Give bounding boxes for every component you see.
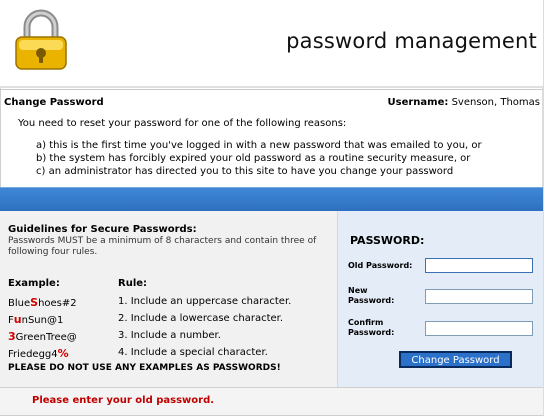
error-message: Please enter your old password. (32, 395, 215, 406)
example-highlight: 3 (8, 330, 16, 343)
error-bar: Please enter your old password. (0, 387, 543, 415)
reason-item: b) the system has forcibly expired your … (36, 153, 471, 164)
rule-4: 4. Include a special character. (118, 347, 268, 358)
rule-column-header: Rule: (118, 278, 148, 289)
guidelines-panel: Guidelines for Secure Passwords: Passwor… (0, 211, 338, 387)
change-password-button[interactable]: Change Password (399, 351, 512, 368)
reasons-list: a) this is the first time you've logged … (36, 139, 482, 178)
blue-banner (0, 187, 543, 211)
example-text: nSun@1 (21, 315, 64, 326)
example-highlight: S (30, 296, 39, 309)
new-password-field[interactable] (425, 289, 533, 304)
confirm-password-label: Confirm Password: (348, 318, 395, 337)
example-text: GreenTree@ (15, 332, 77, 343)
padlock-icon (15, 9, 67, 70)
form-title: PASSWORD: (350, 234, 425, 247)
example-text: Blue (8, 298, 31, 309)
guidelines-title: Guidelines for Secure Passwords: (8, 224, 197, 235)
example-1: BlueShoes#2 (8, 296, 77, 309)
confirm-password-field[interactable] (425, 321, 533, 336)
username-display: Username: Svenson, Thomas (388, 97, 540, 108)
new-password-label: New Password: (348, 286, 395, 305)
username-value: Svenson, Thomas (451, 97, 540, 108)
old-password-field[interactable] (425, 258, 533, 273)
app-title: password management (286, 29, 537, 53)
reason-item: a) this is the first time you've logged … (36, 140, 482, 151)
example-text: Friedegg4 (8, 349, 58, 360)
reason-item: c) an administrator has directed you to … (36, 166, 454, 177)
example-column-header: Example: (8, 278, 60, 289)
header: password management (0, 0, 543, 86)
old-password-label: Old Password: (348, 261, 413, 270)
example-highlight: % (57, 347, 69, 360)
rule-1: 1. Include an uppercase character. (118, 296, 292, 307)
examples-warning: PLEASE DO NOT USE ANY EXAMPLES AS PASSWO… (8, 363, 281, 373)
rule-2: 2. Include a lowercase character. (118, 313, 284, 324)
guidelines-description: Passwords MUST be a minimum of 8 charact… (8, 236, 317, 257)
example-text: hoes#2 (38, 298, 77, 309)
section-title: Change Password (4, 97, 104, 108)
example-3: 3GreenTree@ (8, 330, 77, 343)
username-label: Username: (387, 97, 449, 108)
header-divider (0, 86, 543, 88)
example-4: Friedegg4% (8, 347, 69, 360)
rule-3: 3. Include a number. (118, 330, 221, 341)
header-divider-line (0, 89, 543, 90)
example-2: FunSun@1 (8, 313, 63, 326)
example-highlight: u (13, 313, 22, 326)
reasons-intro: You need to reset your password for one … (18, 118, 347, 129)
password-form: PASSWORD: Old Password: New Password: Co… (338, 211, 543, 387)
